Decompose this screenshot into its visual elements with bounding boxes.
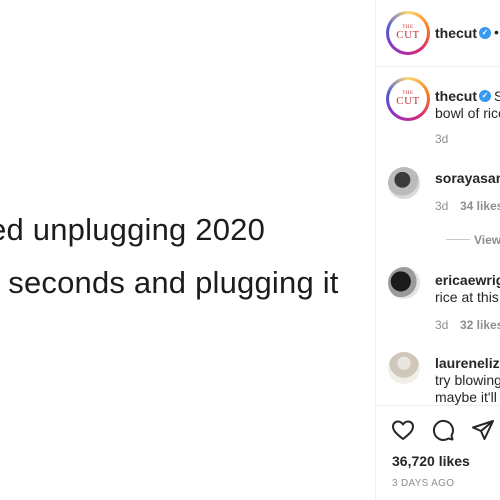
heart-icon[interactable] bbox=[391, 418, 415, 442]
thecut-avatar[interactable]: THE CUT bbox=[386, 11, 430, 55]
view-replies-link[interactable]: View bbox=[474, 233, 500, 247]
likes-count[interactable]: 36,720 likes bbox=[392, 453, 470, 469]
caption-text-line-2: bowl of rice bbox=[435, 105, 500, 121]
caption-timestamp[interactable]: 3d bbox=[435, 132, 448, 146]
comment-timestamp[interactable]: 3d bbox=[435, 318, 448, 332]
comment-username[interactable]: ericaewrigh bbox=[435, 272, 500, 288]
comment-text-line-1: rice at this bbox=[435, 289, 499, 305]
post-image[interactable]: ied unplugging 2020 n seconds and pluggi… bbox=[0, 0, 375, 500]
comment-likes[interactable]: 32 likes bbox=[460, 318, 500, 332]
comment-username[interactable]: sorayasam bbox=[435, 170, 500, 186]
commenter-avatar[interactable] bbox=[388, 267, 420, 299]
comment-timestamp[interactable]: 3d bbox=[435, 199, 448, 213]
action-bar: 36,720 likes 3 DAYS AGO bbox=[376, 405, 500, 500]
verified-badge-icon: ✓ bbox=[479, 90, 491, 102]
caption-username[interactable]: thecut bbox=[435, 88, 477, 104]
commenter-avatar[interactable] bbox=[388, 352, 420, 384]
comment-username[interactable]: laureneliza bbox=[435, 355, 500, 371]
post-header: THE CUT thecut ✓ • bbox=[376, 0, 500, 67]
comment-text-line-1: try blowing bbox=[435, 372, 500, 388]
post-date[interactable]: 3 DAYS AGO bbox=[392, 478, 454, 489]
comment-icon[interactable] bbox=[431, 418, 455, 442]
header-username[interactable]: thecut bbox=[435, 25, 477, 41]
view-replies-line bbox=[446, 239, 470, 240]
separator-dot: • bbox=[494, 24, 499, 40]
verified-badge-icon: ✓ bbox=[479, 27, 491, 39]
comment-likes[interactable]: 34 likes bbox=[460, 199, 500, 213]
comment-text-line-2: maybe it'll c bbox=[435, 389, 500, 405]
comment-likes-count: 34 likes bbox=[460, 199, 500, 213]
meme-text-line-1: ied unplugging 2020 bbox=[0, 212, 266, 247]
meme-text-line-2: n seconds and plugging it bbox=[0, 265, 339, 300]
caption-avatar[interactable]: THE CUT bbox=[386, 77, 430, 121]
commenter-avatar[interactable] bbox=[388, 167, 420, 199]
logo-cut-text: CUT bbox=[396, 95, 420, 107]
share-icon[interactable] bbox=[471, 418, 495, 442]
post-side-panel: THE CUT thecut ✓ • THE CUT thecut ✓ S bo… bbox=[375, 0, 500, 500]
caption-text-line-1: S bbox=[494, 88, 500, 104]
logo-cut-text: CUT bbox=[396, 29, 420, 41]
comment-likes-count: 32 likes bbox=[460, 318, 500, 332]
